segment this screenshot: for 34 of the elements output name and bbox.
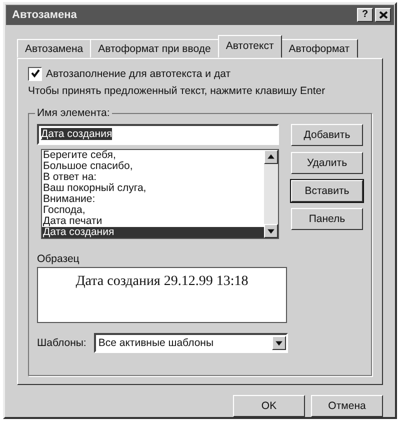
list-item[interactable]: Ваш покорный слуга, <box>42 182 264 194</box>
scroll-down-icon[interactable] <box>264 224 278 238</box>
preview-text: Дата создания 29.12.99 13:18 <box>76 274 248 290</box>
close-icon <box>378 10 388 19</box>
templates-dropdown[interactable]: Все активные шаблоны <box>94 332 288 353</box>
list-item[interactable]: Дата печати <box>42 216 264 227</box>
tab[interactable]: Автозамена <box>17 38 92 58</box>
tab[interactable]: Автоформат при вводе <box>90 38 219 58</box>
name-field[interactable]: Дата создания <box>37 124 279 145</box>
dialog-button[interactable]: Отмена <box>311 395 383 417</box>
group-label: Имя элемента: <box>35 106 112 119</box>
window-title: Автозамена <box>12 8 78 21</box>
action-button[interactable]: Добавить <box>291 124 363 146</box>
action-button[interactable]: Удалить <box>291 152 363 174</box>
preview-label: Образец <box>37 252 80 265</box>
help-button[interactable]: ? <box>357 8 373 22</box>
list-item[interactable]: В ответ на: <box>42 172 264 183</box>
checkbox[interactable] <box>28 66 42 81</box>
scrollbar[interactable] <box>264 150 278 238</box>
checkbox-label: Автозаполнение для автотекста и дат <box>46 68 231 80</box>
action-button[interactable]: Панель <box>291 208 363 230</box>
templates-label: Шаблоны: <box>37 336 86 349</box>
list-item[interactable]: Господа, <box>42 204 264 216</box>
scroll-up-icon[interactable] <box>264 150 278 164</box>
tab[interactable]: Автотекст <box>218 34 282 58</box>
hint-text: Чтобы принять предложенный текст, нажмите клавишу Enter <box>28 84 326 97</box>
list-item[interactable]: Большое спасибо, <box>42 160 264 172</box>
tab[interactable]: Автоформат <box>280 38 358 58</box>
list-item[interactable]: Дата создания <box>42 226 264 238</box>
dialog-button[interactable]: OK <box>233 395 305 417</box>
list-item[interactable]: Внимание: <box>42 194 264 205</box>
list-item[interactable]: Берегите себя, <box>42 150 264 161</box>
close-button[interactable] <box>375 8 391 22</box>
action-button[interactable]: Вставить <box>291 180 363 202</box>
